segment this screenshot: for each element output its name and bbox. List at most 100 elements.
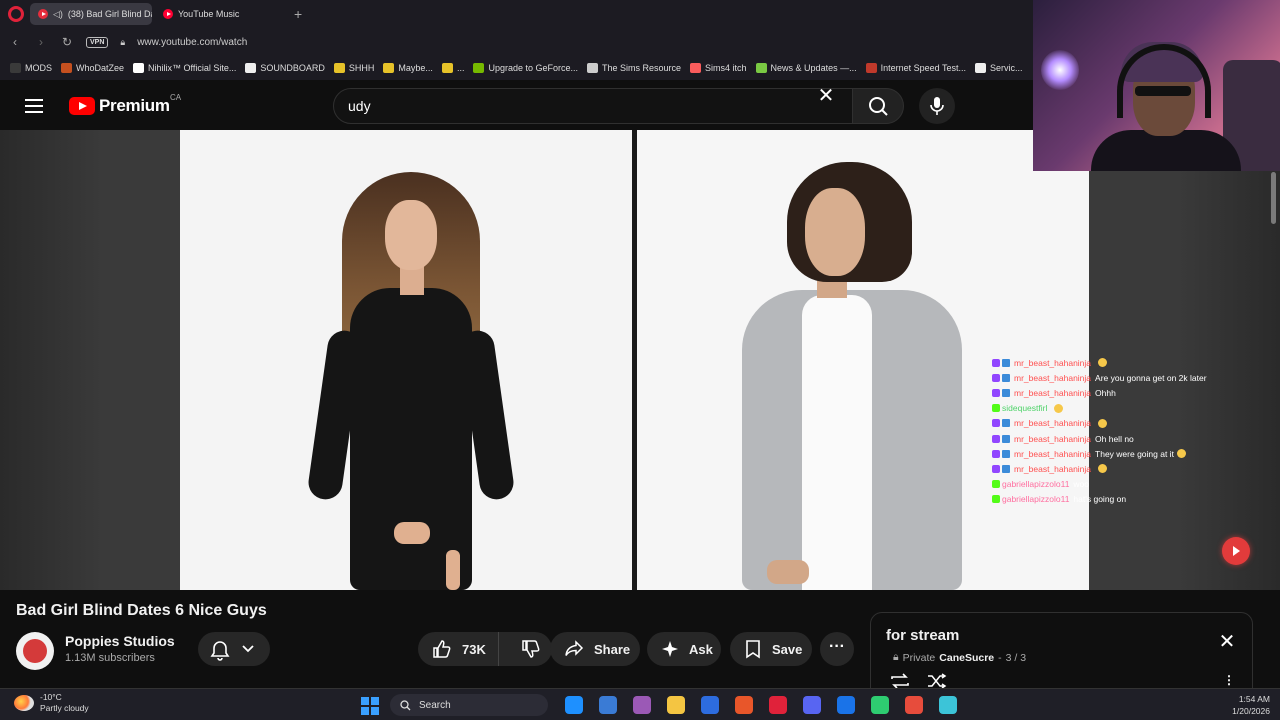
system-clock[interactable]: 1:54 AM 1/20/2026	[1214, 693, 1270, 717]
bookmark-icon	[865, 63, 877, 73]
tab-youtube-video[interactable]: ◁) (38) Bad Girl Blind Da	[30, 3, 152, 25]
bookmark-icon	[473, 63, 485, 73]
channel-avatar[interactable]	[16, 632, 54, 670]
taskbar-app-icon[interactable]	[939, 696, 957, 714]
search-input[interactable]	[348, 89, 788, 123]
chat-badge-icon	[1002, 358, 1010, 367]
speaker-icon[interactable]: ◁)	[53, 9, 63, 20]
chat-message: mr_beast_hahaninja Are you gonna get on 2…	[992, 370, 1272, 385]
bookmark-item[interactable]: MODS	[10, 63, 52, 73]
bookmark-icon	[755, 63, 767, 73]
chat-username: gabriellapizzolo11	[1002, 479, 1070, 490]
opera-logo-icon[interactable]	[8, 6, 24, 22]
bell-icon	[210, 641, 254, 661]
bookmark-item[interactable]: Upgrade to GeForce...	[473, 63, 578, 73]
man-hands	[767, 560, 809, 584]
bookmark-item[interactable]: Servic...	[974, 63, 1023, 73]
youtube-favicon-icon	[38, 9, 48, 19]
taskbar-app-icon[interactable]	[599, 696, 617, 714]
taskbar-app-icon[interactable]	[837, 696, 855, 714]
playlist-title[interactable]: for stream	[886, 627, 959, 644]
bookmark-label: The Sims Resource	[602, 63, 682, 73]
like-button[interactable]: 73K	[418, 632, 499, 666]
taskbar-app-icon[interactable]	[735, 696, 753, 714]
shuffle-icon[interactable]	[926, 673, 948, 689]
bookmark-label: SHHH	[348, 63, 375, 73]
bookmark-label: MODS	[25, 63, 52, 73]
man-face	[805, 188, 865, 276]
taskbar-app-icon[interactable]	[871, 696, 889, 714]
meta-separator: -	[998, 651, 1002, 664]
forward-icon[interactable]: ›	[34, 35, 48, 49]
subscribed-button[interactable]	[198, 632, 270, 666]
neon-light	[1041, 50, 1079, 90]
tab-youtube-music[interactable]: YouTube Music	[155, 3, 279, 25]
bookmark-label: Internet Speed Test...	[880, 63, 966, 73]
bookmark-icon	[690, 63, 702, 73]
weather-widget[interactable]: -10°C Partly cloudy	[14, 692, 89, 714]
sparkle-icon	[662, 641, 678, 657]
taskbar-app-icon[interactable]	[565, 696, 583, 714]
taskbar-app-icon[interactable]	[667, 696, 685, 714]
bookmark-icon	[10, 63, 21, 73]
reload-icon[interactable]: ↻	[60, 35, 74, 49]
dislike-button[interactable]	[509, 632, 553, 666]
bookmark-item[interactable]: The Sims Resource	[587, 63, 681, 73]
playlist-owner[interactable]: CaneSucre	[939, 652, 994, 664]
save-button[interactable]: Save	[730, 632, 812, 666]
loop-icon[interactable]	[889, 673, 911, 689]
chat-message: gabriellapizzolo11 woo	[992, 477, 1272, 492]
emoji-icon	[1098, 358, 1108, 368]
clear-search-icon[interactable]: ✕	[815, 86, 837, 108]
playlist-menu-icon[interactable]: ⋮	[1223, 673, 1235, 687]
channel-name[interactable]: Poppies Studios	[65, 633, 175, 649]
bookmark-item[interactable]: SOUNDBOARD	[245, 63, 325, 73]
voice-search-button[interactable]	[919, 88, 955, 124]
taskbar-app-icon[interactable]	[803, 696, 821, 714]
vpn-badge[interactable]: VPN	[86, 36, 109, 48]
taskbar-app-icon[interactable]	[905, 696, 923, 714]
streamer-webcam	[1033, 0, 1280, 171]
windows-start-icon[interactable]	[361, 697, 379, 715]
live-indicator-icon	[1222, 537, 1250, 565]
bookmark-item[interactable]: ...	[441, 63, 464, 73]
back-icon[interactable]: ‹	[8, 35, 22, 49]
bookmark-item[interactable]: Internet Speed Test...	[865, 63, 966, 73]
chat-text: Oh hell no	[1095, 433, 1134, 444]
chat-badge-icon	[1002, 434, 1010, 443]
taskbar-search[interactable]: Search	[390, 694, 548, 716]
bookmark-icon	[974, 63, 986, 73]
chat-badge-icon	[1002, 388, 1010, 397]
youtube-music-favicon-icon	[163, 9, 173, 19]
browser-tab-bar: ◁) (38) Bad Girl Blind Da YouTube Music …	[0, 0, 1035, 28]
ask-button[interactable]: Ask	[647, 632, 721, 666]
youtube-premium-logo[interactable]: Premium	[69, 96, 170, 116]
page-scrollbar[interactable]	[1271, 172, 1276, 224]
bookmark-label: Maybe...	[398, 63, 433, 73]
search-button[interactable]	[852, 88, 904, 124]
video-frame-left	[180, 130, 632, 590]
bookmark-item[interactable]: WhoDatZee	[61, 63, 124, 73]
close-playlist-icon[interactable]: ✕	[1217, 632, 1237, 653]
more-actions-icon[interactable]: ···	[820, 632, 854, 666]
chat-badge-icon	[1002, 449, 1010, 458]
taskbar-app-icon[interactable]	[769, 696, 787, 714]
bookmark-item[interactable]: SHHH	[333, 63, 375, 73]
chat-badge-icon	[1002, 419, 1010, 428]
woman-leg	[446, 550, 460, 590]
taskbar-app-icon[interactable]	[633, 696, 651, 714]
bookmark-item[interactable]: News & Updates —...	[755, 63, 857, 73]
chat-message: mr_beast_hahaninja Ohhh	[992, 385, 1272, 400]
taskbar-app-icon[interactable]	[701, 696, 719, 714]
menu-icon[interactable]	[25, 99, 43, 117]
share-button[interactable]: Share	[550, 632, 640, 666]
chat-message: gabriellapizzolo11 hat's going on	[992, 492, 1272, 507]
bookmark-item[interactable]: Nihilix™ Official Site...	[133, 63, 236, 73]
url-field[interactable]: www.youtube.com/watch	[137, 37, 247, 48]
new-tab-icon[interactable]: +	[294, 6, 302, 22]
kick-icon	[992, 404, 1000, 413]
lock-icon[interactable]: 🔒︎	[120, 37, 125, 48]
bookmark-icon	[333, 63, 345, 73]
bookmark-item[interactable]: Maybe...	[383, 63, 433, 73]
bookmark-item[interactable]: Sims4 itch	[690, 63, 747, 73]
